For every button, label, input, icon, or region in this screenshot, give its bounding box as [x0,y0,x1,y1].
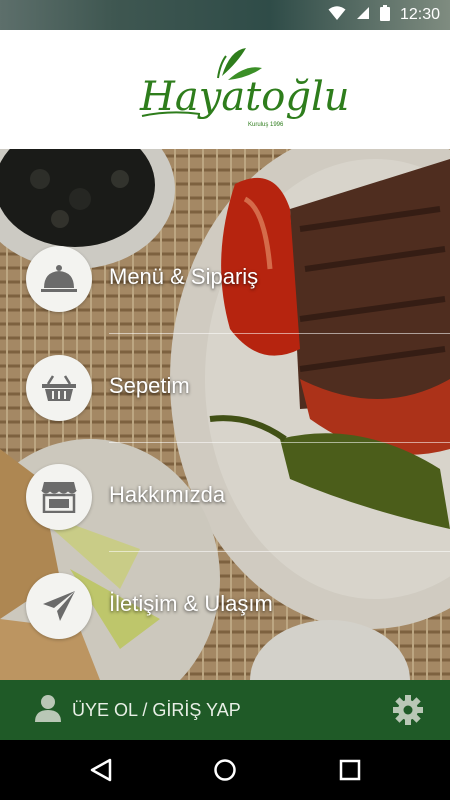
store-icon [26,464,92,530]
menu-item-label: İletişim & Ulaşım [109,591,273,616]
home-icon[interactable] [210,755,240,785]
wifi-icon [328,5,346,26]
svg-text:Kuruluş 1996: Kuruluş 1996 [248,122,284,128]
login-register-label: ÜYE OL / GİRİŞ YAP [72,699,241,720]
battery-icon [379,4,390,26]
menu-item-about[interactable]: Hakkımızda [0,443,450,551]
hayatoglu-logo[interactable]: Hayatoğlu Kuruluş 1996 [0,30,450,149]
system-nav-bar [0,740,450,800]
signal-icon [356,6,370,25]
recents-icon[interactable] [335,755,365,785]
cloche-icon [26,246,92,312]
paper-plane-icon [26,573,92,639]
back-icon[interactable] [86,755,116,785]
bottom-bar: ÜYE OL / GİRİŞ YAP [0,680,450,740]
status-bar: 12:30 [0,0,450,30]
menu-item-label: Sepetim [109,373,190,398]
app-header: Hayatoğlu Kuruluş 1996 [0,30,450,149]
clock: 12:30 [399,6,440,23]
hero-food-image: Menü & Sipariş Sepetim Hakkımızda İletiş… [0,149,450,680]
menu-item-cart[interactable]: Sepetim [0,334,450,442]
menu-item-label: Menü & Sipariş [109,264,259,289]
menu-item-order[interactable]: Menü & Sipariş [0,225,450,333]
basket-icon [26,355,92,421]
settings-gear-icon[interactable] [392,694,424,726]
login-register-button[interactable]: ÜYE OL / GİRİŞ YAP [34,694,241,727]
menu-item-contact[interactable]: İletişim & Ulaşım [0,552,450,660]
user-icon [34,694,62,727]
menu-item-label: Hakkımızda [109,482,226,507]
